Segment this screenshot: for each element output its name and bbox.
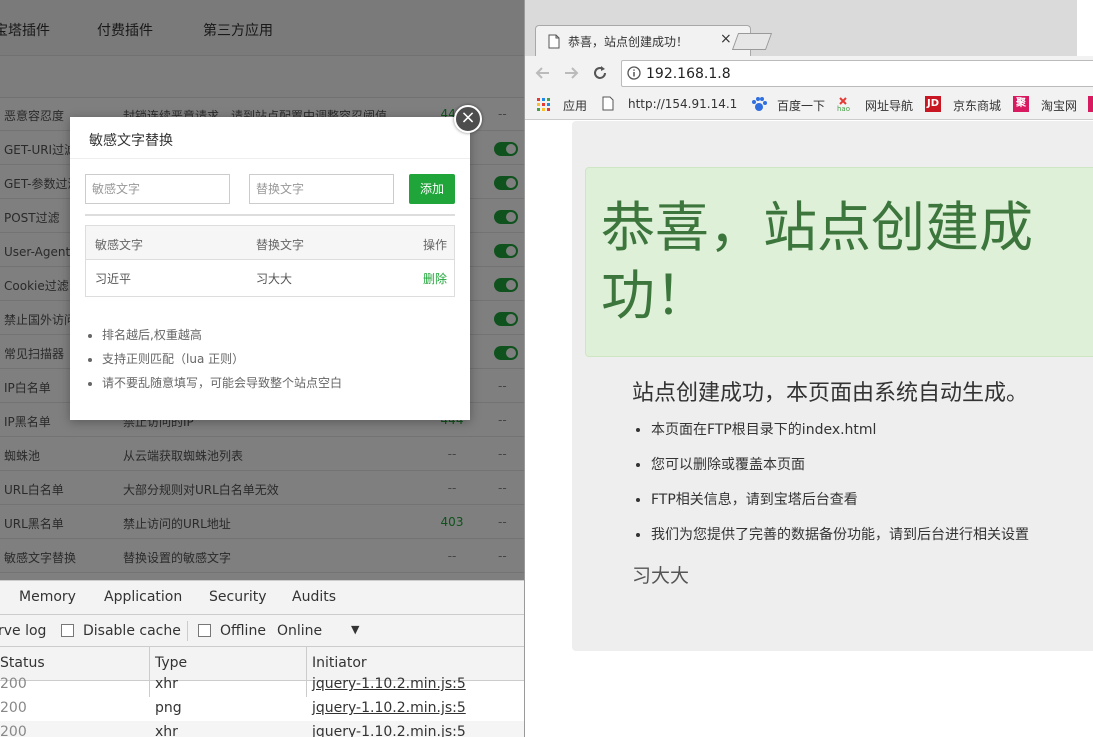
replacement-word-cell: 习大大 (256, 272, 293, 286)
close-icon[interactable]: × (454, 105, 482, 133)
initiator-link[interactable]: jquery-1.10.2.min.js:5 (312, 676, 466, 692)
replaced-text: 习大大 (632, 565, 690, 587)
bookmark-ip[interactable]: http://154.91.14.12 (628, 97, 738, 111)
replacement-table: 敏感文字 替换文字 操作 习近平 习大大 删除 (85, 225, 455, 297)
tip-item: 支持正则匹配（lua 正则） (102, 351, 342, 375)
sensitive-word-cell: 习近平 (95, 272, 132, 286)
sensitive-word-input[interactable] (85, 174, 230, 204)
back-icon[interactable] (535, 65, 551, 81)
tip-item: 排名越后,权重越高 (102, 327, 342, 351)
table-header: 敏感文字 替换文字 操作 (86, 226, 454, 260)
info-icon[interactable] (627, 66, 641, 80)
browser-tab[interactable]: 恭喜，站点创建成功！ × (535, 25, 751, 57)
success-banner: 恭喜，站点创建成功！ (585, 167, 1093, 357)
page-title: 恭喜，站点创建成功！ (601, 196, 1033, 327)
tips-list: 排名越后,权重越高 支持正则匹配（lua 正则） 请不要乱随意填写，可能会导致整… (102, 327, 342, 399)
browser-toolbar: 192.168.1.8 (525, 56, 1093, 90)
overflow-bookmark-icon (1088, 96, 1093, 112)
column-type[interactable]: Type (155, 655, 187, 671)
tip-item: 请不要乱随意填写，可能会导致整个站点空白 (102, 375, 342, 399)
network-row[interactable]: 200 xhr jquery-1.10.2.min.js:5 (0, 721, 524, 737)
hao123-icon: hao (837, 97, 850, 112)
forward-icon[interactable] (563, 65, 579, 81)
bookmarks-bar: 应用 http://154.91.14.12 百度一下 hao 网址导航 JD … (525, 90, 1093, 120)
jd-icon: JD (925, 96, 941, 112)
modal-title: 敏感文字替换 (89, 133, 173, 149)
sensitive-word-modal: 敏感文字替换 添加 敏感文字 替换文字 操作 习近平 习大大 删除 排名越后,权… (70, 105, 482, 420)
close-icon[interactable]: × (720, 31, 732, 47)
column-header-sensitive: 敏感文字 (95, 238, 144, 252)
info-list: 本页面在FTP根目录下的index.html 您可以删除或覆盖本页面 FTP相关… (651, 419, 1029, 559)
page-icon (548, 34, 560, 49)
tab-application[interactable]: Application (104, 589, 182, 605)
tab-title: 恭喜，站点创建成功！ (568, 35, 689, 49)
page-subheading: 站点创建成功，本页面由系统自动生成。 (632, 381, 1029, 406)
bookmark-apps[interactable]: 应用 (563, 97, 587, 114)
tab-audits[interactable]: Audits (292, 589, 336, 605)
page-icon (602, 96, 614, 111)
apps-icon[interactable] (537, 98, 551, 112)
network-toolbar: rve log Disable cache Offline Online ▼ (0, 615, 524, 647)
address-bar[interactable]: 192.168.1.8 (621, 60, 1093, 87)
add-button[interactable]: 添加 (409, 174, 455, 204)
table-row: 习近平 习大大 删除 (86, 260, 454, 296)
initiator-link[interactable]: jquery-1.10.2.min.js:5 (312, 724, 466, 737)
chevron-down-icon[interactable]: ▼ (351, 623, 359, 636)
status-cell: 200 (0, 700, 27, 716)
disable-cache-checkbox[interactable] (61, 624, 74, 637)
bookmark-baidu[interactable]: 百度一下 (777, 97, 825, 114)
network-row[interactable]: 200 png jquery-1.10.2.min.js:5 (0, 697, 524, 721)
type-cell: png (155, 700, 182, 716)
tab-strip: 恭喜，站点创建成功！ × (525, 0, 1093, 57)
list-item: 本页面在FTP根目录下的index.html (651, 419, 1029, 454)
bookmark-hao123[interactable]: 网址导航 (865, 97, 913, 114)
devtools-panel: Memory Application Security Audits rve l… (0, 580, 524, 737)
juhuasuan-icon: 聚 (1013, 96, 1029, 112)
divider (85, 214, 455, 216)
list-item: FTP相关信息，请到宝塔后台查看 (651, 489, 1029, 524)
status-cell: 200 (0, 676, 27, 692)
tab-memory[interactable]: Memory (19, 589, 76, 605)
baidu-paw-icon (752, 97, 767, 111)
column-status[interactable]: Status (0, 655, 45, 671)
waf-panel: 宝塔插件 付费插件 第三方应用 恶意容忍度 封锁连续恶意请求，请到站点配置中调整… (0, 0, 524, 580)
column-header-replace: 替换文字 (256, 238, 305, 252)
devtools-tabs: Memory Application Security Audits (0, 581, 524, 615)
reload-icon[interactable] (591, 64, 609, 82)
throttle-select[interactable]: Online (277, 623, 322, 639)
web-page: 恭喜，站点创建成功！ 站点创建成功，本页面由系统自动生成。 本页面在FTP根目录… (525, 121, 1093, 737)
modal-header: 敏感文字替换 (70, 117, 470, 159)
disable-cache-label: Disable cache (83, 623, 181, 639)
offline-label: Offline (220, 623, 266, 639)
column-header-action: 操作 (423, 238, 448, 252)
initiator-link[interactable]: jquery-1.10.2.min.js:5 (312, 700, 466, 716)
type-cell: xhr (155, 676, 178, 692)
browser-window: 恭喜，站点创建成功！ × 192.168.1.8 应用 http://154.9… (524, 0, 1093, 737)
type-cell: xhr (155, 724, 178, 737)
network-row[interactable]: 200 xhr jquery-1.10.2.min.js:5 (0, 673, 524, 697)
toolbar-divider (187, 621, 188, 641)
delete-link[interactable]: 删除 (423, 270, 447, 287)
tab-security[interactable]: Security (209, 589, 267, 605)
url-text[interactable]: 192.168.1.8 (646, 66, 731, 82)
new-tab-button[interactable] (731, 33, 773, 50)
replacement-word-input[interactable] (249, 174, 394, 204)
offline-checkbox[interactable] (198, 624, 211, 637)
window-edge (1077, 0, 1093, 56)
preserve-log-label: rve log (0, 623, 47, 639)
bookmark-jd[interactable]: 京东商城 (953, 97, 1001, 114)
bookmark-taobao[interactable]: 淘宝网 (1041, 97, 1077, 114)
list-item: 您可以删除或覆盖本页面 (651, 454, 1029, 489)
column-initiator[interactable]: Initiator (312, 655, 367, 671)
status-cell: 200 (0, 724, 27, 737)
list-item: 我们为您提供了完善的数据备份功能，请到后台进行相关设置 (651, 524, 1029, 559)
svg-text:hao: hao (837, 105, 850, 112)
